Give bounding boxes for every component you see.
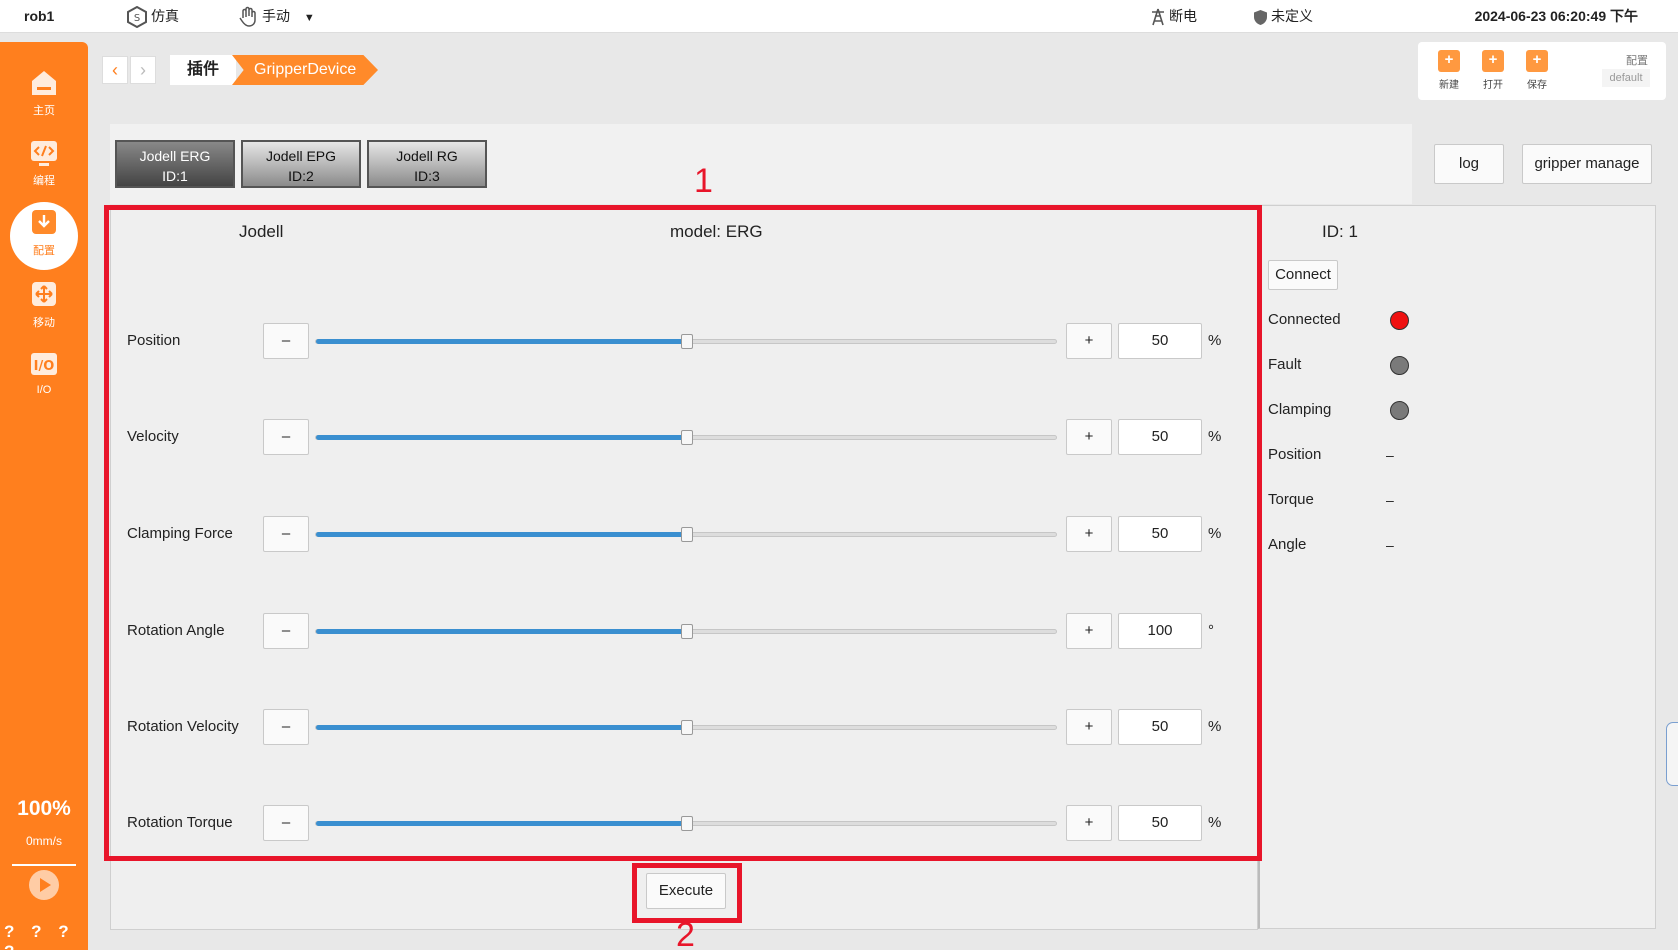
angle-status-value: – bbox=[1386, 537, 1394, 553]
open-folder-icon bbox=[1482, 50, 1504, 72]
torque-status-label: Torque bbox=[1268, 491, 1314, 508]
position-status-value: – bbox=[1386, 447, 1394, 463]
forward-button[interactable]: › bbox=[130, 56, 156, 84]
app-title: rob1 bbox=[24, 8, 55, 24]
save-button[interactable]: 保存 bbox=[1521, 50, 1553, 91]
sidebar-item-label: 主页 bbox=[33, 105, 55, 117]
highlight-box-1 bbox=[104, 205, 1262, 861]
speed-mm: 0mm/s bbox=[26, 834, 62, 848]
top-bar: rob1 S 仿真 手动 ▼ 断电 未定义 2024-06-23 06:20:49… bbox=[0, 0, 1678, 33]
tab-device-2[interactable]: Jodell EPG ID:2 bbox=[241, 140, 361, 188]
connected-label: Connected bbox=[1268, 311, 1341, 328]
hand-icon bbox=[239, 7, 256, 28]
device-id: ID: 1 bbox=[1322, 222, 1358, 241]
angle-status-label: Angle bbox=[1268, 536, 1307, 553]
shield-icon bbox=[1254, 9, 1267, 25]
torque-status-value: – bbox=[1386, 492, 1394, 508]
power-status: 断电 bbox=[1150, 0, 1197, 33]
speed-percent[interactable]: 100% bbox=[0, 797, 88, 821]
safety-status: 未定义 bbox=[1253, 0, 1313, 33]
breadcrumb-plugins[interactable]: 插件 bbox=[170, 55, 236, 85]
code-icon bbox=[31, 141, 57, 166]
speed-underline bbox=[12, 864, 76, 866]
sidebar-item-label: 移动 bbox=[33, 317, 55, 329]
config-value[interactable]: default bbox=[1602, 69, 1650, 87]
sidebar-item-move[interactable]: 移动 bbox=[0, 280, 88, 344]
sidebar-item-programming[interactable]: 编程 bbox=[0, 138, 88, 202]
sidebar-item-label: I/O bbox=[36, 384, 52, 396]
highlight-box-2 bbox=[632, 863, 742, 923]
io-icon: I/O bbox=[31, 353, 57, 375]
sidebar-item-config[interactable]: 配置 bbox=[0, 202, 88, 272]
fault-indicator bbox=[1390, 356, 1409, 375]
manual-mode-dropdown[interactable]: 手动 ▼ bbox=[237, 0, 315, 33]
svg-text:I/O: I/O bbox=[34, 359, 55, 374]
datetime: 2024-06-23 06:20:49 下午 bbox=[1474, 8, 1638, 24]
back-button[interactable]: ‹ bbox=[102, 56, 128, 84]
status-marks: ? ? ? ? bbox=[4, 922, 75, 950]
new-file-icon bbox=[1438, 50, 1460, 72]
config-label: 配置 bbox=[1626, 55, 1648, 67]
gripper-manage-button[interactable]: gripper manage bbox=[1522, 144, 1652, 184]
sim-icon: S bbox=[127, 6, 147, 29]
breadcrumb-gripper-device[interactable]: GripperDevice bbox=[232, 55, 378, 85]
highlight-number-1: 1 bbox=[694, 162, 713, 200]
connected-indicator bbox=[1390, 311, 1409, 330]
sidebar-item-home[interactable]: 主页 bbox=[0, 68, 88, 132]
fault-label: Fault bbox=[1268, 356, 1302, 373]
tab-device-3[interactable]: Jodell RG ID:3 bbox=[367, 140, 487, 188]
log-button[interactable]: log bbox=[1434, 144, 1504, 184]
clamping-indicator bbox=[1390, 401, 1409, 420]
svg-text:S: S bbox=[134, 13, 140, 24]
power-tower-icon bbox=[1152, 9, 1164, 26]
connect-button[interactable]: Connect bbox=[1268, 260, 1338, 290]
sidebar-item-label: 编程 bbox=[33, 175, 55, 187]
position-status-label: Position bbox=[1268, 446, 1322, 463]
highlight-number-2: 2 bbox=[676, 916, 695, 950]
config-icon bbox=[32, 210, 56, 234]
tab-device-1[interactable]: Jodell ERG ID:1 bbox=[115, 140, 235, 188]
sidebar-item-io[interactable]: I/O I/O bbox=[0, 350, 88, 414]
side-drawer-handle[interactable] bbox=[1666, 722, 1678, 786]
open-button[interactable]: 打开 bbox=[1477, 50, 1509, 91]
sim-mode[interactable]: S 仿真 bbox=[126, 0, 179, 33]
move-icon bbox=[32, 282, 56, 306]
new-button[interactable]: 新建 bbox=[1433, 50, 1465, 91]
save-file-icon bbox=[1526, 50, 1548, 72]
play-icon[interactable] bbox=[29, 870, 59, 900]
home-icon bbox=[32, 71, 56, 95]
chevron-down-icon: ▼ bbox=[303, 12, 315, 24]
sidebar-item-label: 配置 bbox=[33, 245, 55, 257]
clamping-label: Clamping bbox=[1268, 401, 1332, 418]
